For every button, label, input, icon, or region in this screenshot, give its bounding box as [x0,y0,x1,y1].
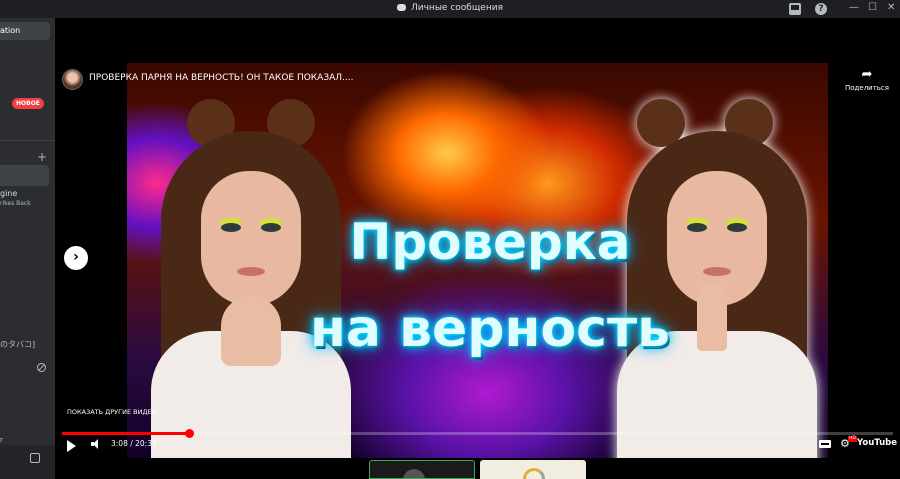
sidebar-divider [0,140,55,141]
add-dm-button[interactable]: + [37,150,47,164]
sidebar-chip[interactable]: ation [0,22,50,40]
video-title[interactable]: ПРОВЕРКА ПАРНЯ НА ВЕРНОСТЬ! ОН ТАКОЕ ПОК… [89,73,353,83]
stream-thumbnail[interactable] [480,460,586,479]
video-thumbnail: Проверка на верность [127,63,828,458]
play-button[interactable] [67,440,76,452]
more-videos-label[interactable]: ПОКАЗАТЬ ДРУГИЕ ВИДЕО [67,408,157,416]
sidebar-item-status: rikes Back [0,200,31,207]
settings-icon[interactable] [30,453,40,463]
sidebar-item-label[interactable]: のタバコ] [0,339,35,350]
chevron-right-icon: › [73,249,79,265]
sidebar-item-label[interactable]: gine [0,189,17,198]
block-icon [37,363,46,372]
sidebar-item-active[interactable] [0,165,49,186]
share-label: Поделиться [845,84,889,92]
overlay-title-line2: на верность [309,299,670,359]
progress-fill [62,432,190,435]
captions-icon[interactable] [819,440,831,448]
person-right-image [617,91,817,458]
window-titlebar: Личные сообщения ? — ☐ ✕ [0,0,900,18]
minimize-button[interactable]: — [849,2,859,13]
share-button[interactable]: ➦ Поделиться [842,67,892,93]
overlay-title-line1: Проверка [349,213,631,271]
new-badge: НОВОЕ [12,98,44,109]
sidebar-item-label: r [0,436,3,444]
video-player[interactable]: Проверка на верность ПРОВЕРКА ПАРНЯ НА В… [55,60,900,458]
window-title: Личные сообщения [411,3,503,13]
time-display: 3:08 / 20:33 [111,439,157,448]
person-left-image [151,91,351,458]
next-video-button[interactable]: › [64,246,88,270]
inbox-icon[interactable] [789,3,801,15]
discord-logo-icon [397,4,406,11]
progress-bar[interactable] [62,429,893,438]
help-icon[interactable]: ? [815,3,827,15]
maximize-button[interactable]: ☐ [868,2,877,13]
sidebar: ation НОВОЕ + gine rikes Back のタバコ] r [0,18,55,479]
user-panel [0,445,55,479]
stream-thumbnail-active[interactable] [369,460,475,479]
video-header: ПРОВЕРКА ПАРНЯ НА ВЕРНОСТЬ! ОН ТАКОЕ ПОК… [55,60,900,100]
window-title-area: Личные сообщения [0,3,900,13]
share-icon: ➦ [861,67,873,82]
hd-badge: HD [848,436,857,442]
youtube-logo[interactable]: YouTube [857,438,897,452]
stream-thumbnails [55,458,900,479]
channel-avatar[interactable] [62,69,83,90]
volume-icon[interactable] [91,439,103,449]
close-button[interactable]: ✕ [887,2,895,13]
